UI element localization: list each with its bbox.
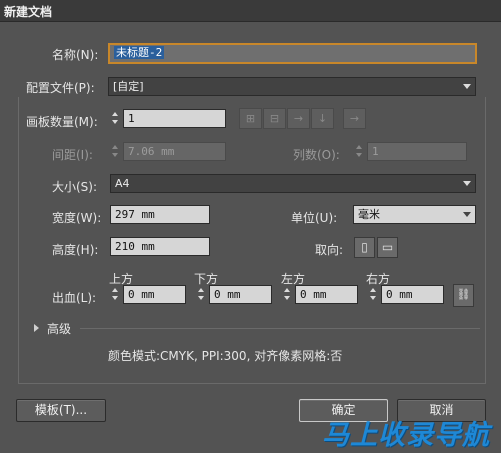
artboards-stepper[interactable]	[110, 109, 121, 128]
name-input[interactable]: 未标题-2	[108, 43, 477, 64]
advanced-toggle[interactable]: 高级	[47, 320, 71, 337]
arrange-grid-by-column-icon[interactable]: ⊟	[263, 108, 286, 129]
spacing-stepper	[110, 142, 121, 161]
bleed-right-stepper[interactable]	[368, 285, 379, 304]
columns-label: 列数(O):	[293, 148, 340, 162]
size-label: 大小(S):	[52, 180, 98, 194]
name-value: 未标题-2	[114, 46, 165, 59]
bleed-left-stepper[interactable]	[282, 285, 293, 304]
expand-triangle-icon[interactable]	[34, 324, 39, 332]
bleed-right-input[interactable]: 0 mm	[381, 285, 444, 304]
height-label: 高度(H):	[52, 243, 99, 257]
dialog-title: 新建文档	[4, 5, 53, 19]
divider	[80, 328, 480, 329]
portrait-icon[interactable]: ▯	[354, 237, 375, 258]
size-value: A4	[115, 177, 130, 190]
width-label: 宽度(W):	[52, 211, 102, 225]
profile-label: 配置文件(P):	[26, 81, 95, 95]
spacing-input: 7.06 mm	[123, 142, 226, 161]
width-input[interactable]: 297 mm	[110, 205, 210, 224]
watermark-logo: 马上收录导航	[322, 420, 490, 451]
bleed-top-stepper[interactable]	[110, 285, 121, 304]
templates-button[interactable]: 模板(T)...	[16, 399, 106, 422]
bleed-left-input[interactable]: 0 mm	[295, 285, 358, 304]
columns-input: 1	[367, 142, 467, 161]
bleed-bottom-input[interactable]: 0 mm	[209, 285, 272, 304]
dialog-titlebar: 新建文档	[0, 0, 501, 22]
arrange-by-column-icon[interactable]: ↓	[311, 108, 334, 129]
profile-value: [自定]	[113, 80, 144, 93]
chevron-down-icon	[463, 84, 471, 89]
artboards-label: 画板数量(M):	[26, 115, 98, 129]
orientation-label: 取向:	[315, 243, 344, 257]
columns-stepper	[354, 142, 365, 161]
height-input[interactable]: 210 mm	[110, 237, 210, 256]
arrange-grid-by-row-icon[interactable]: ⊞	[239, 108, 262, 129]
landscape-icon[interactable]: ▭	[377, 237, 398, 258]
units-value: 毫米	[358, 208, 380, 221]
arrange-by-row-icon[interactable]: →	[287, 108, 310, 129]
units-select[interactable]: 毫米	[353, 205, 476, 224]
link-icon[interactable]: ⛓	[453, 284, 474, 307]
spacing-label: 间距(I):	[52, 148, 93, 162]
units-label: 单位(U):	[291, 211, 338, 225]
chevron-down-icon	[463, 212, 471, 217]
rtl-layout-icon[interactable]: →	[343, 108, 366, 129]
artboards-input[interactable]: 1	[123, 109, 226, 128]
name-label: 名称(N):	[52, 48, 99, 62]
profile-select[interactable]: [自定]	[108, 77, 476, 96]
bleed-bottom-stepper[interactable]	[196, 285, 207, 304]
bleed-top-input[interactable]: 0 mm	[123, 285, 186, 304]
bleed-label: 出血(L):	[52, 291, 97, 305]
size-select[interactable]: A4	[110, 174, 476, 193]
chevron-down-icon	[463, 181, 471, 186]
document-summary: 颜色模式:CMYK, PPI:300, 对齐像素网格:否	[108, 349, 343, 363]
